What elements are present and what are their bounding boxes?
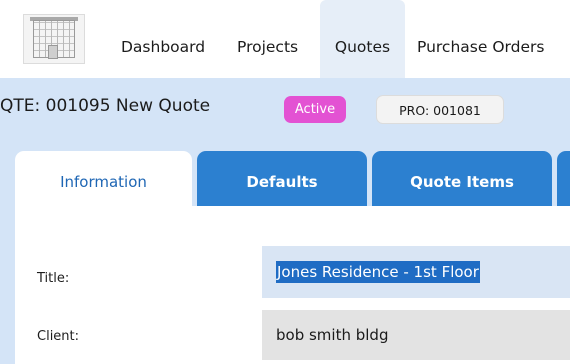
tab-information[interactable]: Information — [15, 151, 192, 206]
title-input[interactable]: Jones Residence - 1st Floor — [262, 246, 570, 298]
nav-purchase-orders[interactable]: Purchase Orders — [417, 0, 544, 78]
tab-quote-items[interactable]: Quote Items — [372, 151, 552, 206]
client-label: Client: — [37, 329, 80, 344]
title-input-value: Jones Residence - 1st Floor — [276, 261, 480, 283]
company-logo[interactable] — [23, 14, 85, 64]
project-reference-button[interactable]: PRO: 001081 — [376, 95, 504, 124]
nav-dashboard[interactable]: Dashboard — [121, 0, 205, 78]
tab-defaults[interactable]: Defaults — [197, 151, 367, 206]
nav-quotes[interactable]: Quotes — [320, 0, 405, 78]
tab-next[interactable] — [557, 151, 570, 206]
page-title: QTE: 001095 New Quote — [0, 96, 211, 116]
top-nav: Dashboard Projects Quotes Purchase Order… — [0, 0, 570, 78]
client-field[interactable]: bob smith bldg — [262, 310, 570, 360]
status-badge: Active — [284, 96, 346, 123]
title-label: Title: — [37, 271, 70, 286]
nav-projects[interactable]: Projects — [237, 0, 298, 78]
logo-door-shape — [48, 45, 58, 59]
